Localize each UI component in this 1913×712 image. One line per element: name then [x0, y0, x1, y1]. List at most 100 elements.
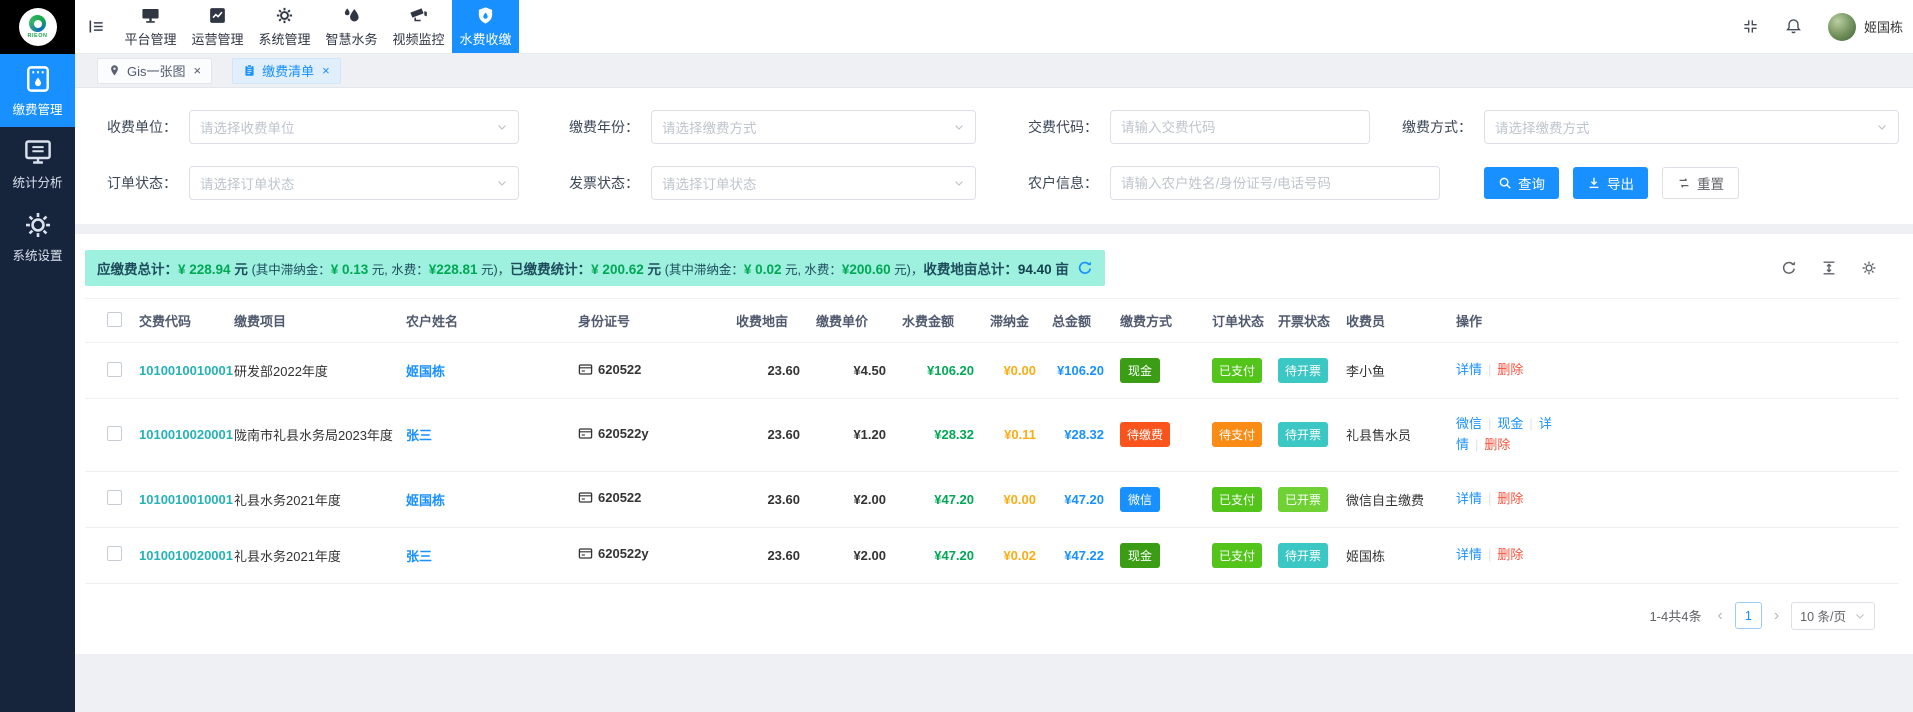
nav-item-label: 视频监控 — [392, 29, 444, 48]
export-button-label: 导出 — [1607, 173, 1634, 193]
farmer-cell: 姬国栋 — [398, 343, 570, 399]
tab-gis-map[interactable]: Gis一张图 × — [97, 58, 212, 84]
row-action[interactable]: 详情 — [1456, 491, 1482, 506]
next-page-button[interactable]: › — [1772, 607, 1781, 625]
row-checkbox[interactable] — [107, 546, 122, 561]
collapse-sidebar-button[interactable] — [75, 0, 117, 53]
spacer-cell — [1576, 527, 1899, 583]
invoice-status-cell: 待开票 — [1270, 343, 1338, 399]
filter-label: 缴费方式： — [1394, 117, 1472, 137]
row-action[interactable]: 删除 — [1484, 437, 1510, 452]
sidebar-item-label: 统计分析 — [12, 172, 62, 191]
pay-method-select[interactable]: 请选择缴费方式 — [1484, 110, 1899, 144]
farmer-name-link[interactable]: 张三 — [406, 428, 432, 443]
export-button[interactable]: 导出 — [1573, 167, 1648, 199]
farmer-name-link[interactable]: 姬国栋 — [406, 364, 445, 379]
avatar[interactable] — [1828, 13, 1856, 41]
id-wrap: 620522y — [578, 546, 649, 561]
summary-part: 元 — [644, 262, 665, 277]
current-page[interactable]: 1 — [1735, 602, 1762, 629]
project-cell: 礼县水务2021年度 — [226, 471, 398, 527]
row-action[interactable]: 删除 — [1497, 362, 1523, 377]
nav-item-video-monitor[interactable]: 视频监控 — [385, 0, 452, 53]
summary-part: ¥200.60 — [842, 262, 891, 277]
payment-code-link[interactable]: 1010010010001 — [139, 492, 233, 507]
unit-select[interactable]: 请选择收费单位 — [189, 110, 519, 144]
nav-item-platform[interactable]: 平台管理 — [117, 0, 184, 53]
sidebar-item-payment-management[interactable]: 缴费管理 — [0, 54, 75, 127]
total-amount-cell: ¥106.20 — [1044, 343, 1112, 399]
refresh-icon[interactable] — [1781, 260, 1797, 276]
year-select[interactable]: 请选择缴费方式 — [651, 110, 976, 144]
filter-label: 订单状态： — [75, 173, 177, 193]
row-checkbox[interactable] — [107, 426, 122, 441]
tab-label: 缴费清单 — [262, 61, 314, 80]
farmer-name-link[interactable]: 姬国栋 — [406, 493, 445, 508]
nav-item-water-fee[interactable]: 水费收缴 — [452, 0, 519, 53]
area-cell: 23.60 — [728, 527, 808, 583]
query-button[interactable]: 查询 — [1484, 167, 1559, 199]
table-header-row: 交费代码缴费项目农户姓名身份证号收费地亩缴费单价水费金额滞纳金总金额缴费方式订单… — [85, 299, 1899, 343]
farmer-cell: 姬国栋 — [398, 471, 570, 527]
farmer-name-link[interactable]: 张三 — [406, 549, 432, 564]
spacer-cell — [1576, 399, 1899, 472]
order-status-select[interactable]: 请选择订单状态 — [189, 166, 519, 200]
prev-page-button[interactable]: ‹ — [1715, 607, 1724, 625]
row-action[interactable]: 详情 — [1456, 547, 1482, 562]
id-wrap: 620522 — [578, 362, 641, 377]
payment-code-link[interactable]: 1010010020001 — [139, 427, 233, 442]
code-cell: 1010010010001 — [131, 471, 226, 527]
invoice-status-badge: 待开票 — [1278, 543, 1328, 568]
id-wrap: 620522y — [578, 426, 649, 441]
settings-icon[interactable] — [1861, 260, 1877, 276]
row-checkbox[interactable] — [107, 490, 122, 505]
unit-price-cell: ¥2.00 — [808, 471, 894, 527]
payment-code-link[interactable]: 1010010010001 — [139, 363, 233, 378]
nav-item-operations[interactable]: 运营管理 — [184, 0, 251, 53]
user-name[interactable]: 姬国栋 — [1864, 17, 1903, 36]
table-row: 1010010020001 礼县水务2021年度 张三 620522y 23.6… — [85, 527, 1899, 583]
action-separator: | — [1529, 416, 1532, 431]
invoice-status-select[interactable]: 请选择订单状态 — [651, 166, 976, 200]
column-header: 订单状态 — [1204, 299, 1270, 343]
row-checkbox[interactable] — [107, 362, 122, 377]
row-action[interactable]: 删除 — [1497, 491, 1523, 506]
fullscreen-icon[interactable] — [1742, 18, 1759, 35]
farmer-cell: 张三 — [398, 527, 570, 583]
total-amount-cell: ¥28.32 — [1044, 399, 1112, 472]
row-action[interactable]: 删除 — [1497, 547, 1523, 562]
sidebar-item-system-settings[interactable]: 系统设置 — [0, 200, 75, 273]
page-size-select[interactable]: 10 条/页 — [1791, 602, 1875, 630]
tab-payment-list[interactable]: 缴费清单 × — [232, 58, 341, 84]
close-icon[interactable]: × — [322, 63, 330, 78]
bell-icon[interactable] — [1785, 18, 1802, 35]
select-all-checkbox[interactable] — [107, 312, 122, 327]
checkbox-header — [85, 299, 131, 343]
map-pin-icon — [108, 64, 121, 77]
collector-cell: 礼县售水员 — [1338, 399, 1448, 472]
document-icon — [243, 64, 256, 77]
chevron-down-icon — [953, 121, 965, 133]
pay-method-cell: 现金 — [1112, 343, 1204, 399]
collapse-menu-icon — [88, 18, 105, 35]
farmer-info-input[interactable] — [1110, 166, 1440, 200]
summary-part: 应缴费总计： — [97, 262, 178, 277]
column-header: 收费员 — [1338, 299, 1448, 343]
swap-icon — [1677, 176, 1691, 190]
row-action[interactable]: 微信 — [1456, 416, 1482, 431]
row-action[interactable]: 现金 — [1497, 416, 1523, 431]
farmer-cell: 张三 — [398, 399, 570, 472]
refresh-icon[interactable] — [1077, 260, 1093, 276]
sidebar-item-statistics[interactable]: 统计分析 — [0, 127, 75, 200]
code-input[interactable] — [1110, 110, 1370, 144]
nav-item-system[interactable]: 系统管理 — [251, 0, 318, 53]
nav-item-smart-water[interactable]: 智慧水务 — [318, 0, 385, 53]
column-height-icon[interactable] — [1821, 260, 1837, 276]
close-icon[interactable]: × — [194, 63, 202, 78]
row-action[interactable]: 详情 — [1456, 362, 1482, 377]
payment-code-link[interactable]: 1010010020001 — [139, 548, 233, 563]
reset-button[interactable]: 重置 — [1662, 167, 1739, 199]
select-placeholder: 请选择收费单位 — [200, 117, 295, 137]
search-icon — [1498, 176, 1512, 190]
area-cell: 23.60 — [728, 343, 808, 399]
